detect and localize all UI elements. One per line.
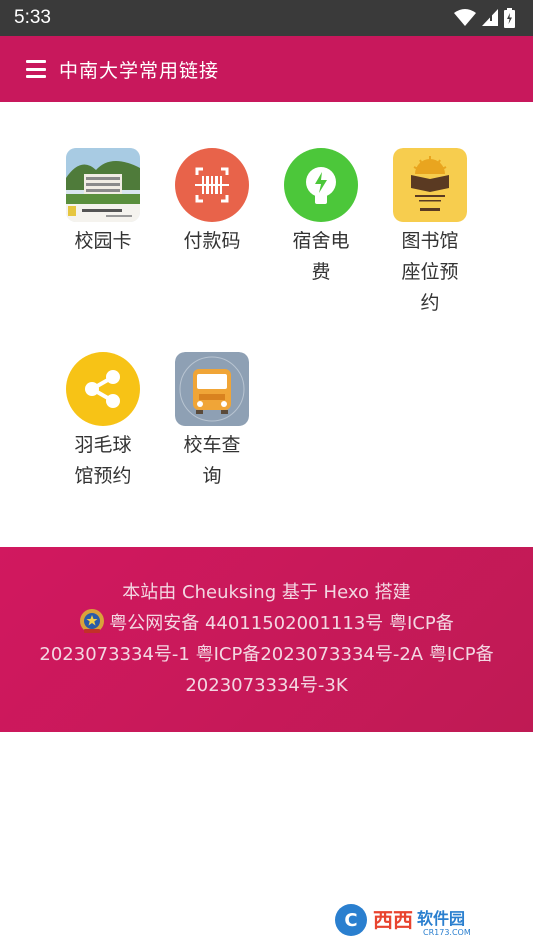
status-time: 5:33	[14, 7, 51, 28]
footer: 本站由 Cheuksing 基于 Hexo 搭建 粤公网安备 440115020…	[0, 547, 533, 732]
payment-code-icon	[175, 148, 249, 222]
tile-label: 校园卡	[74, 230, 132, 252]
svg-text:CR173.COM: CR173.COM	[423, 928, 471, 937]
app-bar: 中南大学常用链接	[0, 36, 533, 102]
police-badge-icon	[80, 609, 105, 633]
page-title: 中南大学常用链接	[59, 59, 220, 82]
tile-school-bus[interactable]: 校车查询	[157, 352, 267, 492]
electricity-icon	[284, 148, 358, 222]
tile-label: 付款码	[183, 230, 241, 252]
tile-library[interactable]: 图书馆座位预约	[375, 148, 485, 319]
share-icon	[66, 352, 140, 426]
svg-text:软件园: 软件园	[417, 909, 465, 928]
status-icons	[454, 8, 515, 28]
footer-powered-by: 本站由 Cheuksing 基于 Hexo 搭建	[122, 582, 411, 603]
library-icon	[393, 148, 467, 222]
svg-text:C: C	[344, 910, 357, 931]
watermark-logo: C 西西 软件园 CR173.COM	[335, 904, 471, 937]
battery-icon	[504, 8, 515, 28]
signal-icon	[482, 9, 498, 26]
tile-label: 校车查询	[183, 434, 241, 487]
tile-label: 图书馆座位预约	[401, 230, 459, 314]
tile-label: 羽毛球馆预约	[74, 434, 132, 487]
tile-label: 宿舍电费	[292, 230, 350, 283]
campus-card-icon	[66, 148, 140, 222]
footer-beian: 粤公网安备 44011502001113号 粤ICP备2023073334号-1…	[26, 608, 507, 701]
wifi-icon	[454, 9, 476, 26]
menu-icon[interactable]	[26, 60, 46, 78]
footer-beian-text: 粤公网安备 44011502001113号 粤ICP备2023073334号-1…	[39, 613, 494, 696]
status-bar: 5:33	[0, 0, 533, 36]
tile-payment-code[interactable]: 付款码	[157, 148, 267, 257]
tile-campus-card[interactable]: 校园卡	[48, 148, 158, 257]
tile-badminton[interactable]: 羽毛球馆预约	[48, 352, 158, 492]
watermark-text: 西西	[373, 908, 413, 932]
tile-electricity[interactable]: 宿舍电费	[266, 148, 376, 288]
bus-icon	[175, 352, 249, 426]
